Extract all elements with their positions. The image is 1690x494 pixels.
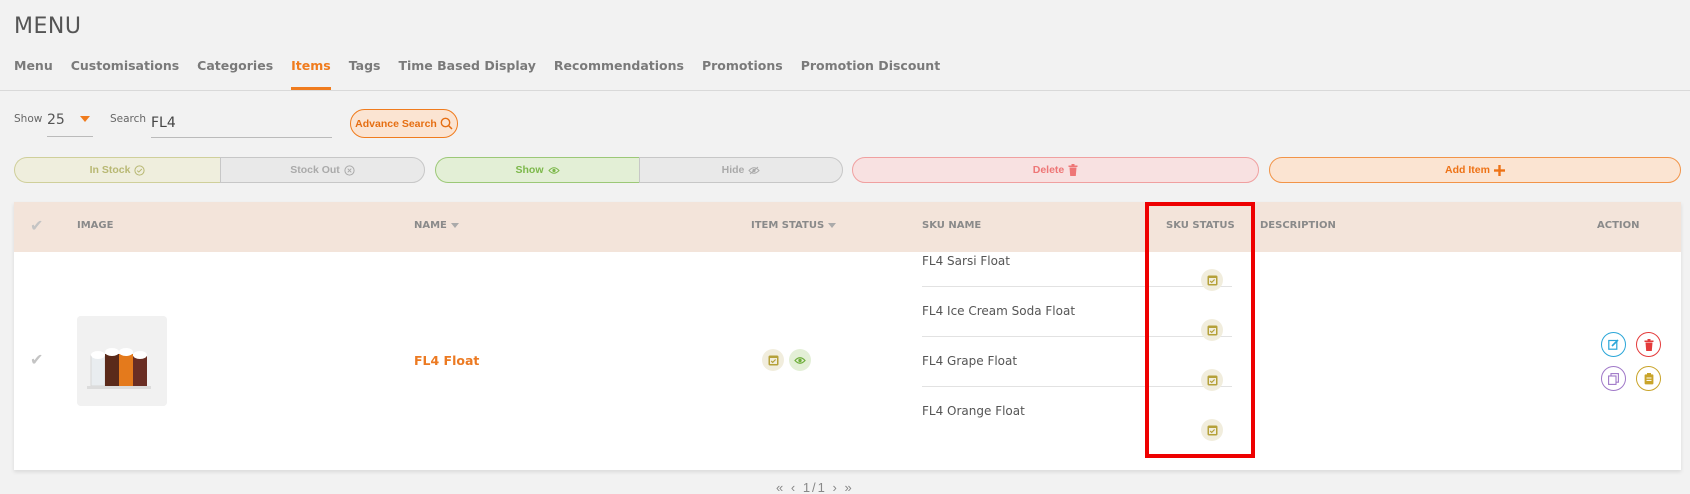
item-visibility-icon[interactable] xyxy=(789,349,811,371)
pagination: « ‹ 1/1 › » xyxy=(776,480,854,494)
page-title: MENU xyxy=(14,14,82,39)
notes-button[interactable] xyxy=(1636,366,1661,391)
edit-button[interactable] xyxy=(1601,332,1626,357)
in-stock-button[interactable]: In Stock xyxy=(14,157,220,183)
sku-stock-status-icon[interactable] xyxy=(1201,369,1223,391)
sku-row: FL4 Sarsi Float xyxy=(922,236,1224,286)
stock-out-label: Stock Out xyxy=(290,164,340,176)
item-stock-status-icon[interactable] xyxy=(762,349,784,371)
advance-search-button[interactable]: Advance Search xyxy=(350,109,458,138)
select-all-check-icon[interactable]: ✔ xyxy=(30,216,43,236)
tab-recommendations[interactable]: Recommendations xyxy=(554,56,684,90)
sku-row: FL4 Orange Float xyxy=(922,386,1224,436)
sort-down-icon xyxy=(828,222,837,228)
sku-name: FL4 Ice Cream Soda Float xyxy=(922,304,1076,318)
search-label: Search xyxy=(110,113,147,125)
tab-categories[interactable]: Categories xyxy=(197,56,273,90)
chevron-down-icon[interactable] xyxy=(80,116,90,122)
tab-tags[interactable]: Tags xyxy=(349,56,381,90)
clipboard-check-icon xyxy=(1207,325,1217,335)
tab-time-based-display[interactable]: Time Based Display xyxy=(398,56,535,90)
next-page-icon[interactable]: › xyxy=(833,480,839,494)
eye-off-icon xyxy=(748,166,761,174)
duplicate-button[interactable] xyxy=(1601,366,1626,391)
delete-button[interactable]: Delete xyxy=(852,157,1259,183)
prev-page-icon[interactable]: ‹ xyxy=(791,480,797,494)
item-name-link[interactable]: FL4 Float xyxy=(414,353,479,368)
show-label: Show xyxy=(14,113,43,125)
delete-row-button[interactable] xyxy=(1636,332,1661,357)
sku-stock-status-icon[interactable] xyxy=(1201,319,1223,341)
row-select-check-icon[interactable]: ✔ xyxy=(30,350,43,370)
tab-menu[interactable]: Menu xyxy=(14,56,53,90)
sku-row: FL4 Grape Float xyxy=(922,336,1224,386)
sku-row: FL4 Ice Cream Soda Float xyxy=(922,286,1224,336)
stock-out-button[interactable]: Stock Out xyxy=(220,157,425,183)
first-page-icon[interactable]: « xyxy=(776,480,785,494)
sku-name: FL4 Sarsi Float xyxy=(922,254,1010,268)
search-input[interactable] xyxy=(151,109,332,138)
show-button[interactable]: Show xyxy=(435,157,639,183)
col-item-status[interactable]: ITEM STATUS xyxy=(751,220,837,231)
tabs-divider xyxy=(0,90,1690,91)
col-item-status-label: ITEM STATUS xyxy=(751,220,825,231)
col-action: ACTION xyxy=(1597,220,1640,231)
tab-promotion-discount[interactable]: Promotion Discount xyxy=(801,56,941,90)
delete-label: Delete xyxy=(1032,164,1065,176)
item-image xyxy=(77,316,167,406)
clipboard-check-icon xyxy=(1207,425,1217,435)
hide-label: Hide xyxy=(721,164,745,176)
col-image: IMAGE xyxy=(77,220,114,231)
page-size-value: 25 xyxy=(47,112,65,128)
items-table: ✔ IMAGE NAME ITEM STATUS SKU NAME SKU ST… xyxy=(14,202,1681,470)
plus-icon xyxy=(1493,164,1505,176)
advance-search-label: Advance Search xyxy=(355,117,437,130)
col-description: DESCRIPTION xyxy=(1260,220,1336,231)
sku-stock-status-icon[interactable] xyxy=(1201,419,1223,441)
clipboard-icon xyxy=(1644,372,1653,384)
col-sku-name: SKU NAME xyxy=(922,220,982,231)
clipboard-check-icon xyxy=(1207,375,1217,385)
trash-icon xyxy=(1644,338,1653,351)
tab-bar: Menu Customisations Categories Items Tag… xyxy=(14,56,958,90)
tab-promotions[interactable]: Promotions xyxy=(702,56,783,90)
last-page-icon[interactable]: » xyxy=(845,480,854,494)
col-name[interactable]: NAME xyxy=(414,220,459,231)
edit-icon xyxy=(1608,339,1619,350)
drinks-image-icon xyxy=(77,316,167,406)
page-indicator: 1/1 xyxy=(802,480,827,494)
sku-name: FL4 Grape Float xyxy=(922,354,1018,368)
check-circle-icon xyxy=(134,164,146,176)
eye-icon xyxy=(547,166,560,174)
add-item-button[interactable]: Add Item xyxy=(1269,157,1681,183)
copy-icon xyxy=(1608,372,1619,385)
table-header: ✔ IMAGE NAME ITEM STATUS SKU NAME SKU ST… xyxy=(14,202,1681,252)
show-label: Show xyxy=(515,164,544,176)
hide-button[interactable]: Hide xyxy=(639,157,843,183)
col-name-label: NAME xyxy=(414,220,447,231)
add-item-label: Add Item xyxy=(1445,164,1490,176)
in-stock-label: In Stock xyxy=(89,164,131,176)
x-circle-icon xyxy=(344,164,355,176)
col-sku-status: SKU STATUS xyxy=(1166,220,1235,231)
tab-items[interactable]: Items xyxy=(291,56,331,90)
sku-stock-status-icon[interactable] xyxy=(1201,269,1223,291)
clipboard-check-icon xyxy=(1207,275,1217,285)
eye-icon xyxy=(794,356,806,364)
page-size-select[interactable]: 25 xyxy=(47,109,93,137)
tab-customisations[interactable]: Customisations xyxy=(71,56,179,90)
trash-icon xyxy=(1068,164,1078,176)
search-icon xyxy=(440,117,453,130)
clipboard-check-icon xyxy=(768,355,778,365)
sort-down-icon xyxy=(450,222,459,228)
sku-name: FL4 Orange Float xyxy=(922,404,1025,418)
